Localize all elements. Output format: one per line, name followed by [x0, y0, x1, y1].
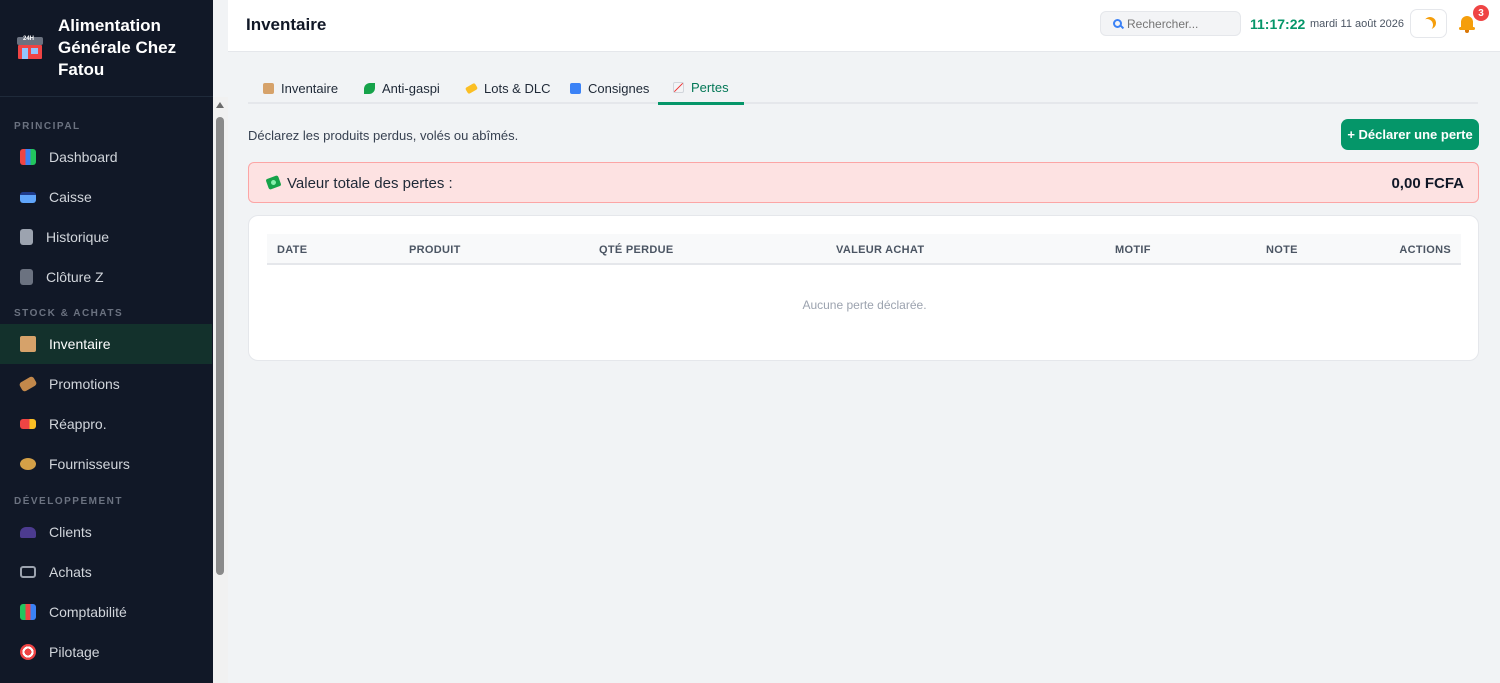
total-loss-label: Valeur totale des pertes : [287, 175, 453, 192]
sidebar-scrollbar[interactable] [213, 97, 228, 683]
sidebar-item-label: Promotions [49, 376, 120, 392]
column-header-produit[interactable]: PRODUIT [409, 244, 461, 256]
sidebar-item-label: Achats [49, 564, 92, 580]
sidebar-item-reappro[interactable]: Réappro. [0, 404, 212, 444]
repeat-icon [570, 83, 581, 94]
sidebar-item-label: Caisse [49, 189, 92, 205]
main-content: Inventaire Anti-gaspi Lots & DLC Consign… [228, 53, 1500, 683]
column-header-valeur-achat[interactable]: VALEUR ACHAT [836, 244, 924, 256]
sidebar-item-dashboard[interactable]: Dashboard [0, 137, 212, 177]
leaf-icon [364, 83, 375, 94]
sidebar-item-label: Historique [46, 229, 110, 245]
sidebar-item-label: Clôture Z [46, 269, 104, 285]
sidebar-item-label: Réappro. [49, 416, 107, 432]
tab-lots-dlc[interactable]: Lots & DLC [451, 73, 565, 104]
tab-label: Consignes [588, 81, 650, 96]
sidebar-item-label: Comptabilité [49, 604, 127, 620]
users-icon [20, 526, 36, 538]
brand[interactable]: Alimentation Générale Chez Fatou [0, 0, 213, 97]
column-header-qte-perdue[interactable]: QTÉ PERDUE [599, 244, 674, 256]
sidebar-item-label: Inventaire [49, 336, 111, 352]
chart-down-icon [673, 82, 684, 93]
search-box[interactable] [1100, 11, 1241, 36]
topbar: Inventaire 11:17:22 mardi 11 août 2026 3 [228, 0, 1500, 52]
losses-table: DATE PRODUIT QTÉ PERDUE VALEUR ACHAT MOT… [248, 215, 1479, 361]
package-icon [263, 83, 274, 94]
sidebar-item-clients[interactable]: Clients [0, 512, 212, 552]
sidebar-item-promotions[interactable]: Promotions [0, 364, 212, 404]
tab-label: Lots & DLC [484, 81, 551, 96]
tab-label: Anti-gaspi [382, 81, 440, 96]
table-header: DATE PRODUIT QTÉ PERDUE VALEUR ACHAT MOT… [267, 234, 1461, 265]
notification-badge: 3 [1473, 5, 1489, 21]
sidebar-item-comptabilite[interactable]: Comptabilité [0, 592, 212, 632]
theme-toggle-button[interactable] [1410, 9, 1447, 38]
column-header-actions: ACTIONS [1399, 244, 1451, 256]
bar-chart-icon [20, 149, 36, 165]
money-icon [265, 175, 282, 190]
sidebar: Alimentation Générale Chez Fatou PRINCIP… [0, 0, 213, 683]
empty-state-message: Aucune perte déclarée. [802, 298, 927, 312]
brand-name: Alimentation Générale Chez Fatou [58, 16, 177, 79]
sidebar-item-cloture-z[interactable]: Clôture Z [0, 257, 212, 297]
total-loss-value: 0,00 FCFA [1391, 175, 1464, 192]
sidebar-item-achats[interactable]: Achats [0, 552, 212, 592]
search-icon [1113, 19, 1122, 28]
credit-card-icon [20, 191, 36, 203]
moon-icon [1421, 19, 1433, 31]
tab-label: Inventaire [281, 81, 339, 96]
current-date: mardi 11 août 2026 [1310, 18, 1404, 30]
store-24h-icon [17, 36, 43, 59]
column-header-motif[interactable]: MOTIF [1115, 244, 1151, 256]
label-icon [464, 82, 479, 95]
sidebar-item-label: Clients [49, 524, 92, 540]
sidebar-item-inventaire[interactable]: Inventaire [0, 324, 212, 364]
target-icon [20, 644, 36, 660]
sidebar-item-pilotage[interactable]: Pilotage [0, 632, 212, 672]
books-icon [20, 604, 36, 620]
declare-loss-button[interactable]: + Déclarer une perte [1341, 119, 1479, 150]
bell-icon[interactable] [1459, 15, 1475, 33]
column-header-date[interactable]: DATE [277, 244, 307, 256]
section-title-stock: STOCK & ACHATS [14, 308, 124, 319]
package-icon [20, 336, 36, 352]
sidebar-item-label: Fournisseurs [49, 456, 130, 472]
tab-consignes[interactable]: Consignes [555, 73, 664, 104]
scroll-up-arrow-icon[interactable] [216, 102, 224, 108]
tag-icon [18, 375, 38, 393]
sidebar-item-label: Dashboard [49, 149, 118, 165]
tab-inventaire[interactable]: Inventaire [248, 73, 353, 104]
clock: 11:17:22 [1250, 16, 1306, 32]
search-input[interactable] [1127, 16, 1237, 31]
sidebar-item-fournisseurs[interactable]: Fournisseurs [0, 444, 212, 484]
tab-anti-gaspi[interactable]: Anti-gaspi [349, 73, 455, 104]
section-title-developpement: DÉVELOPPEMENT [14, 496, 123, 507]
ledger-icon [20, 229, 33, 245]
sidebar-item-historique[interactable]: Historique [0, 217, 212, 257]
truck-icon [20, 419, 36, 429]
book-icon [20, 269, 33, 285]
sidebar-item-label: Pilotage [49, 644, 100, 660]
tab-label: Pertes [691, 80, 729, 95]
page-title: Inventaire [246, 15, 327, 34]
section-subtitle: Déclarez les produits perdus, volés ou a… [248, 128, 519, 143]
tab-bar: Inventaire Anti-gaspi Lots & DLC Consign… [248, 73, 1478, 105]
sidebar-item-caisse[interactable]: Caisse [0, 177, 212, 217]
cart-icon [20, 566, 36, 578]
handshake-icon [20, 458, 36, 470]
tab-pertes[interactable]: Pertes [658, 73, 744, 105]
sidebar-nav: PRINCIPAL Dashboard Caisse Historique Cl… [0, 97, 213, 683]
section-title-principal: PRINCIPAL [14, 121, 81, 132]
column-header-note[interactable]: NOTE [1266, 244, 1298, 256]
scroll-thumb[interactable] [216, 117, 224, 575]
total-loss-panel: Valeur totale des pertes : 0,00 FCFA [248, 162, 1479, 203]
